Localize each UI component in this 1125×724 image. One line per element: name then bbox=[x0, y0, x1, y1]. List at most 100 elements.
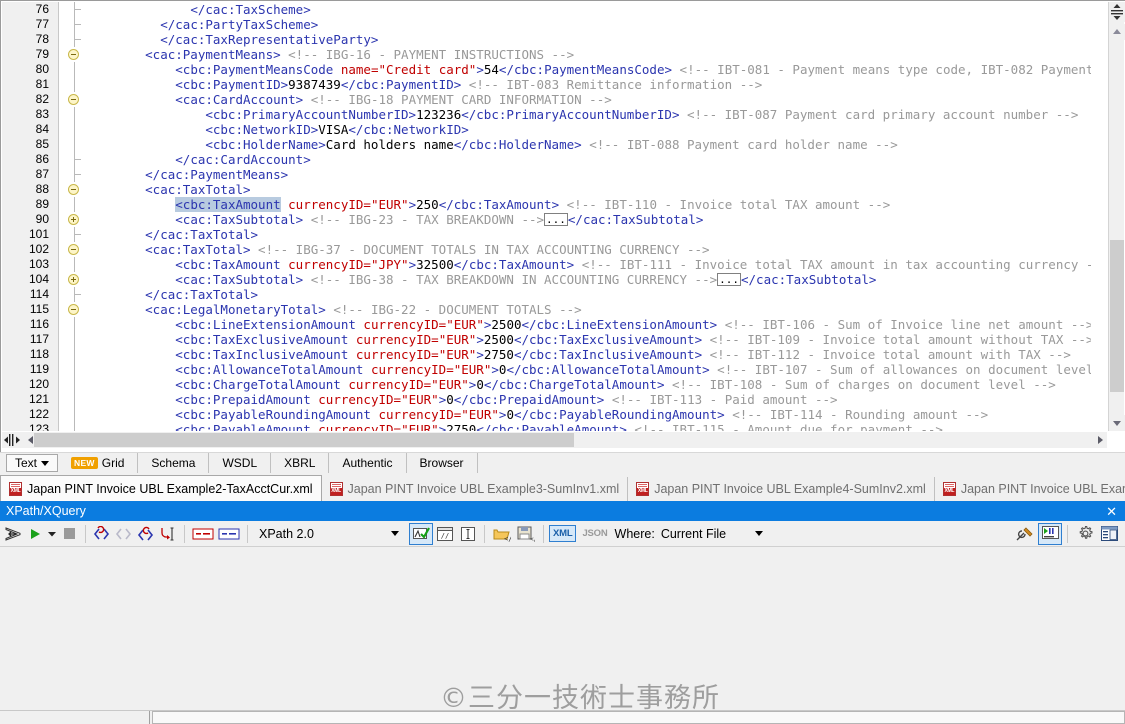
where-scope-select[interactable]: Current File bbox=[661, 524, 771, 544]
open-xquery-icon[interactable]: </> bbox=[490, 523, 514, 545]
view-mode-tabbar[interactable]: Text NEW Grid Schema WSDL XBRL Authentic… bbox=[0, 452, 1125, 473]
comment-blue-icon[interactable] bbox=[216, 523, 242, 545]
code-content[interactable]: </cac:TaxScheme> </cac:PartyTaxScheme> <… bbox=[100, 2, 1091, 431]
editor-scroll-thumb[interactable] bbox=[1110, 240, 1124, 392]
scroll-up-arrow-icon[interactable] bbox=[1109, 24, 1125, 40]
chevron-down-icon[interactable] bbox=[391, 531, 399, 536]
xml-text-editor[interactable]: 76 77 78 79 80 81 82 83 84 85 86 87 88 89 90 101 102 103 1… bbox=[0, 0, 1125, 452]
comment-red-icon[interactable] bbox=[190, 523, 216, 545]
code-line[interactable]: <cac:LegalMonetaryTotal> <!-- IBG-22 - D… bbox=[100, 302, 1091, 317]
collapsed-content-icon[interactable]: ... bbox=[717, 273, 741, 286]
code-line[interactable]: <cac:TaxSubtotal> <!-- IBG-23 - TAX BREA… bbox=[100, 212, 1091, 227]
fold-expand-icon[interactable] bbox=[60, 212, 100, 227]
tab-browser[interactable]: Browser bbox=[406, 453, 478, 473]
evaluate-next-icon[interactable] bbox=[91, 523, 113, 545]
caret-down-icon[interactable] bbox=[41, 460, 50, 466]
file-tab-3[interactable]: Japan PINT Invoice UBL Example5-Allo bbox=[934, 477, 1125, 501]
minus-icon[interactable] bbox=[68, 49, 79, 60]
code-line[interactable]: <cbc:TaxAmount currencyID="EUR">250</cbc… bbox=[100, 197, 1091, 212]
code-line[interactable]: <cbc:LineExtensionAmount currencyID="EUR… bbox=[100, 317, 1091, 332]
code-line[interactable]: <cbc:TaxAmount currencyID="JPY">32500</c… bbox=[100, 257, 1091, 272]
minus-icon[interactable] bbox=[68, 244, 79, 255]
tab-grid[interactable]: NEW Grid bbox=[58, 453, 139, 473]
code-line[interactable]: <cac:TaxSubtotal> <!-- IBG-38 - TAX BREA… bbox=[100, 272, 1091, 287]
code-line[interactable]: <cbc:PayableRoundingAmount currencyID="E… bbox=[100, 407, 1091, 422]
editor-split-handle[interactable] bbox=[1109, 2, 1125, 22]
file-tab-1[interactable]: Japan PINT Invoice UBL Example3-SumInv1.… bbox=[321, 477, 629, 501]
code-line[interactable]: <cbc:PaymentMeansCode name="Credit card"… bbox=[100, 62, 1091, 77]
close-icon[interactable]: ✕ bbox=[1106, 505, 1119, 518]
validate-expression-button[interactable] bbox=[409, 522, 433, 545]
execute-button[interactable] bbox=[24, 523, 46, 545]
code-line[interactable]: <cbc:HolderName>Card holders name</cbc:H… bbox=[100, 137, 1091, 152]
file-tab-2[interactable]: Japan PINT Invoice UBL Example4-SumInv2.… bbox=[628, 477, 935, 501]
fold-collapse-icon[interactable] bbox=[60, 47, 100, 62]
code-line[interactable]: <cbc:TaxInclusiveAmount currencyID="EUR"… bbox=[100, 347, 1091, 362]
code-line[interactable]: <cbc:TaxExclusiveAmount currencyID="EUR"… bbox=[100, 332, 1091, 347]
fold-collapse-icon[interactable] bbox=[60, 302, 100, 317]
editor-hscroll-thumb[interactable] bbox=[34, 433, 574, 447]
code-line[interactable]: </cac:TaxTotal> bbox=[100, 287, 1091, 302]
fold-collapse-icon[interactable] bbox=[60, 182, 100, 197]
editor-vertical-scrollbar[interactable] bbox=[1108, 2, 1125, 431]
back-arrow-icon[interactable] bbox=[2, 523, 24, 545]
scroll-right-arrow-icon[interactable] bbox=[1093, 432, 1107, 448]
code-line[interactable]: <cac:CardAccount> <!-- IBG-18 PAYMENT CA… bbox=[100, 92, 1091, 107]
code-folding-gutter[interactable] bbox=[60, 2, 100, 431]
code-line[interactable]: <cbc:PayableAmount currencyID="EUR">2750… bbox=[100, 422, 1091, 431]
horizontal-split-handle[interactable] bbox=[2, 432, 22, 448]
collapsed-content-icon[interactable]: ... bbox=[544, 213, 568, 226]
code-line[interactable]: <cbc:NetworkID>VISA</cbc:NetworkID> bbox=[100, 122, 1091, 137]
evaluate-icon[interactable] bbox=[113, 523, 135, 545]
code-line[interactable]: <cbc:PrepaidAmount currencyID="EUR">0</c… bbox=[100, 392, 1091, 407]
result-window-icon[interactable]: // bbox=[433, 523, 457, 545]
code-line[interactable]: <cbc:PrimaryAccountNumberID>123236</cbc:… bbox=[100, 107, 1091, 122]
fold-collapse-icon[interactable] bbox=[60, 92, 100, 107]
tab-wsdl[interactable]: WSDL bbox=[209, 453, 272, 473]
code-line[interactable]: </cac:PartyTaxScheme> bbox=[100, 17, 1091, 32]
scroll-down-arrow-icon[interactable] bbox=[1109, 415, 1125, 431]
fold-collapse-icon[interactable] bbox=[60, 242, 100, 257]
code-line[interactable]: </cac:CardAccount> bbox=[100, 152, 1091, 167]
format-toggle-group[interactable]: XML JSON bbox=[549, 525, 611, 542]
code-line[interactable]: <cbc:ChargeTotalAmount currencyID="EUR">… bbox=[100, 377, 1091, 392]
code-line[interactable]: <cbc:PaymentID>9387439</cbc:PaymentID> <… bbox=[100, 77, 1091, 92]
plus-icon[interactable] bbox=[68, 214, 79, 225]
code-line[interactable]: <cbc:AllowanceTotalAmount currencyID="EU… bbox=[100, 362, 1091, 377]
minus-icon[interactable] bbox=[68, 184, 79, 195]
insert-cursor-icon[interactable] bbox=[157, 523, 179, 545]
code-line[interactable]: </cac:TaxTotal> bbox=[100, 227, 1091, 242]
save-xquery-icon[interactable]: </> bbox=[514, 523, 538, 545]
xpath-version-select[interactable]: XPath 2.0 bbox=[253, 524, 405, 544]
xml-format-button[interactable]: XML bbox=[549, 525, 577, 542]
fold-expand-icon[interactable] bbox=[60, 272, 100, 287]
file-tabbar[interactable]: Japan PINT Invoice UBL Example2-TaxAcctC… bbox=[0, 473, 1125, 501]
code-line[interactable]: <cac:TaxTotal> <!-- IBG-37 - DOCUMENT TO… bbox=[100, 242, 1091, 257]
code-line[interactable]: <cac:PaymentMeans> <!-- IBG-16 - PAYMENT… bbox=[100, 47, 1091, 62]
code-line[interactable]: </cac:PaymentMeans> bbox=[100, 167, 1091, 182]
tab-text[interactable]: Text bbox=[6, 454, 59, 472]
gear-icon[interactable] bbox=[1073, 523, 1097, 545]
evaluate-prev-icon[interactable] bbox=[135, 523, 157, 545]
execute-dropdown-caret-icon[interactable] bbox=[46, 523, 58, 545]
minus-icon[interactable] bbox=[68, 304, 79, 315]
stop-button[interactable] bbox=[58, 523, 80, 545]
editor-horizontal-scrollbar[interactable] bbox=[2, 432, 1107, 448]
code-line[interactable]: <cac:TaxTotal> bbox=[100, 182, 1091, 197]
file-tab-0[interactable]: Japan PINT Invoice UBL Example2-TaxAcctC… bbox=[0, 475, 322, 501]
xpath-toolbar[interactable]: XPath 2.0 // </> </> XML JSON bbox=[0, 521, 1125, 547]
chevron-down-icon[interactable] bbox=[754, 531, 763, 536]
tab-schema[interactable]: Schema bbox=[138, 453, 210, 473]
tab-authentic[interactable]: Authentic bbox=[329, 453, 407, 473]
xml-file-icon bbox=[329, 482, 343, 496]
code-line[interactable]: </cac:TaxScheme> bbox=[100, 2, 1091, 17]
tools-icon[interactable] bbox=[1012, 523, 1038, 545]
minus-icon[interactable] bbox=[68, 94, 79, 105]
tab-xbrl[interactable]: XBRL bbox=[271, 453, 330, 473]
plus-icon[interactable] bbox=[68, 274, 79, 285]
text-result-icon[interactable] bbox=[457, 523, 479, 545]
debug-run-button[interactable] bbox=[1038, 522, 1062, 545]
layout-panel-icon[interactable] bbox=[1097, 523, 1121, 545]
code-line[interactable]: </cac:TaxRepresentativeParty> bbox=[100, 32, 1091, 47]
json-format-button[interactable]: JSON bbox=[579, 526, 610, 541]
